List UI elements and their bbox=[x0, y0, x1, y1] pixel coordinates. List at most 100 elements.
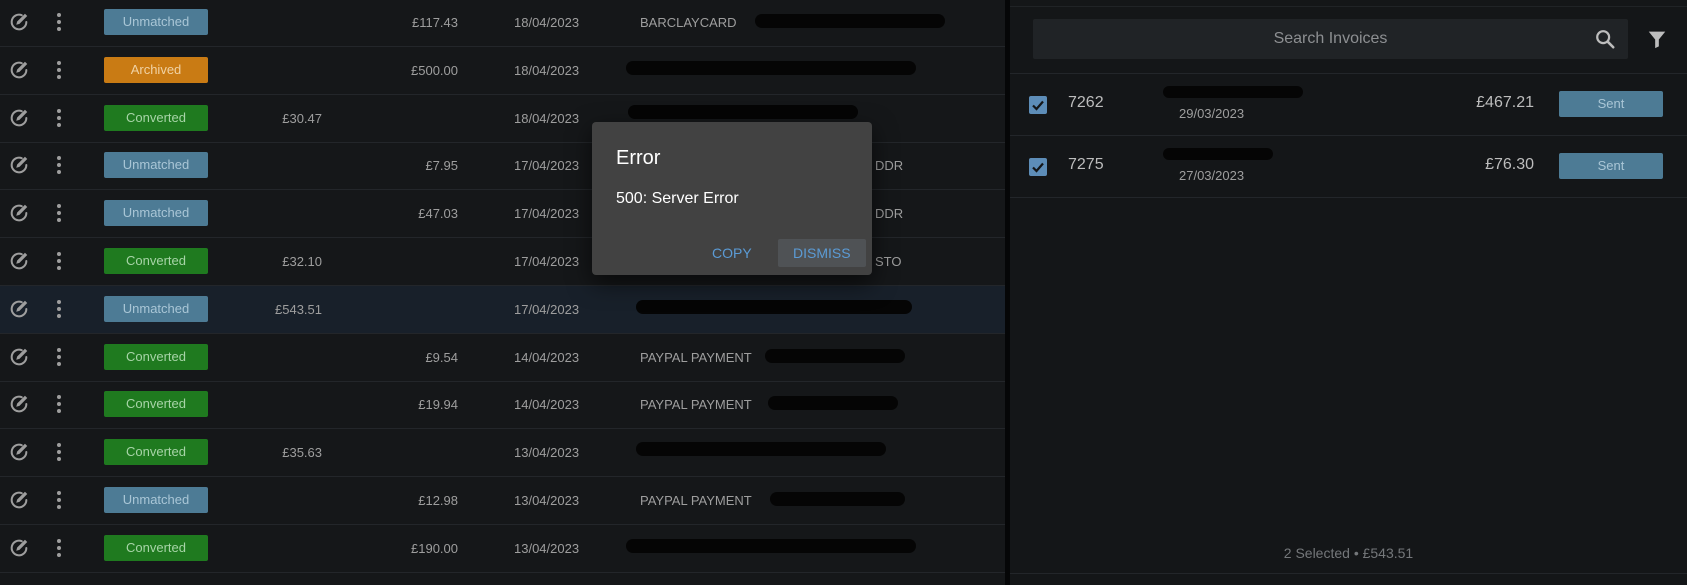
edit-match-icon[interactable] bbox=[8, 441, 30, 463]
more-vert-icon[interactable] bbox=[54, 489, 64, 511]
transaction-date: 13/04/2023 bbox=[514, 493, 580, 508]
more-vert-icon[interactable] bbox=[54, 441, 64, 463]
table-row[interactable]: Converted £190.00 13/04/2023 bbox=[0, 525, 1005, 573]
edit-match-icon[interactable] bbox=[8, 107, 30, 129]
status-badge[interactable]: Converted bbox=[104, 104, 208, 131]
credit-amount: £35.63 bbox=[282, 445, 322, 461]
status-badge[interactable]: Converted bbox=[104, 343, 208, 370]
edit-match-icon[interactable] bbox=[8, 250, 30, 272]
transaction-date: 18/04/2023 bbox=[514, 15, 580, 30]
dialog-message: 500: Server Error bbox=[616, 190, 739, 207]
edit-match-icon[interactable] bbox=[8, 298, 30, 320]
edit-match-icon[interactable] bbox=[8, 537, 30, 559]
dismiss-button[interactable]: DISMISS bbox=[778, 239, 866, 267]
invoice-amount: £467.21 bbox=[1476, 94, 1534, 111]
debit-amount: £47.03 bbox=[418, 206, 458, 222]
table-row[interactable]: Converted £19.94 14/04/2023 PAYPAL PAYME… bbox=[0, 381, 1005, 430]
transaction-reference: STO bbox=[875, 254, 902, 269]
invoice-row[interactable]: 7275 27/03/2023 £76.30 Sent bbox=[1010, 136, 1687, 198]
status-badge[interactable]: Unmatched bbox=[104, 152, 208, 179]
invoice-number: 7262 bbox=[1068, 94, 1104, 111]
status-badge[interactable]: Converted bbox=[104, 534, 208, 561]
app-window: Unmatched £117.43 18/04/2023 BARCLAYCARD… bbox=[0, 0, 1687, 585]
redacted-text bbox=[628, 104, 858, 119]
transaction-date: 14/04/2023 bbox=[514, 397, 580, 413]
redacted-text bbox=[626, 538, 916, 553]
invoice-checkbox[interactable] bbox=[1029, 96, 1047, 114]
more-vert-icon[interactable] bbox=[54, 202, 64, 224]
invoice-date: 27/03/2023 bbox=[1179, 168, 1245, 183]
transaction-description: BARCLAYCARD bbox=[640, 15, 737, 30]
dialog-title: Error bbox=[616, 147, 661, 169]
status-badge[interactable]: Unmatched bbox=[104, 487, 208, 513]
redacted-text bbox=[1163, 148, 1273, 160]
transaction-description: PAYPAL PAYMENT bbox=[640, 493, 752, 508]
debit-amount: £7.95 bbox=[425, 158, 458, 174]
redacted-text bbox=[1163, 86, 1303, 98]
redacted-text bbox=[626, 60, 916, 75]
more-vert-icon[interactable] bbox=[54, 59, 64, 81]
invoice-status-badge[interactable]: Sent bbox=[1559, 153, 1663, 179]
more-vert-icon[interactable] bbox=[54, 250, 64, 272]
transaction-date: 14/04/2023 bbox=[514, 349, 580, 365]
transaction-date: 17/04/2023 bbox=[514, 254, 580, 269]
debit-amount: £117.43 bbox=[411, 15, 458, 30]
redacted-text bbox=[636, 442, 886, 457]
table-row[interactable]: Unmatched £12.98 13/04/2023 PAYPAL PAYME… bbox=[0, 477, 1005, 525]
status-badge[interactable]: Converted bbox=[104, 391, 208, 418]
edit-match-icon[interactable] bbox=[8, 11, 30, 33]
redacted-text bbox=[768, 396, 898, 411]
status-badge[interactable]: Unmatched bbox=[104, 295, 208, 322]
divider bbox=[1010, 573, 1687, 574]
more-vert-icon[interactable] bbox=[54, 393, 64, 415]
more-vert-icon[interactable] bbox=[54, 154, 64, 176]
transaction-date: 13/04/2023 bbox=[514, 540, 580, 556]
more-vert-icon[interactable] bbox=[54, 107, 64, 129]
table-row[interactable]: Converted £35.63 13/04/2023 bbox=[0, 429, 1005, 478]
more-vert-icon[interactable] bbox=[54, 537, 64, 559]
search-input[interactable] bbox=[1033, 19, 1628, 59]
more-vert-icon[interactable] bbox=[54, 298, 64, 320]
more-vert-icon[interactable] bbox=[54, 346, 64, 368]
filter-icon[interactable] bbox=[1646, 28, 1668, 50]
transaction-date: 13/04/2023 bbox=[514, 445, 580, 461]
debit-amount: £500.00 bbox=[411, 62, 458, 78]
debit-amount: £12.98 bbox=[418, 493, 458, 508]
check-icon bbox=[1032, 100, 1044, 111]
debit-amount: £9.54 bbox=[425, 349, 458, 365]
edit-match-icon[interactable] bbox=[8, 393, 30, 415]
transaction-description: PAYPAL PAYMENT bbox=[640, 397, 752, 413]
edit-match-icon[interactable] bbox=[8, 154, 30, 176]
credit-amount: £30.47 bbox=[282, 110, 322, 126]
transaction-reference: DDR bbox=[875, 206, 904, 222]
selection-summary: 2 Selected • £543.51 bbox=[1283, 545, 1414, 561]
error-dialog: Error 500: Server Error COPY DISMISS bbox=[592, 122, 872, 275]
invoice-number: 7275 bbox=[1068, 156, 1104, 173]
edit-match-icon[interactable] bbox=[8, 59, 30, 81]
status-badge[interactable]: Unmatched bbox=[104, 200, 208, 227]
edit-match-icon[interactable] bbox=[8, 489, 30, 511]
debit-amount: £19.94 bbox=[418, 397, 458, 413]
invoice-checkbox[interactable] bbox=[1029, 158, 1047, 176]
table-row[interactable]: Unmatched £543.51 17/04/2023 bbox=[0, 285, 1005, 334]
redacted-text bbox=[765, 348, 905, 363]
status-badge[interactable]: Unmatched bbox=[104, 9, 208, 35]
invoice-row[interactable]: 7262 29/03/2023 £467.21 Sent bbox=[1010, 74, 1687, 136]
table-row[interactable]: Converted £9.54 14/04/2023 PAYPAL PAYMEN… bbox=[0, 334, 1005, 382]
transaction-reference: DDR bbox=[875, 158, 904, 174]
table-row[interactable]: Archived £500.00 18/04/2023 bbox=[0, 47, 1005, 95]
search-icon[interactable] bbox=[1594, 28, 1616, 50]
copy-button[interactable]: COPY bbox=[704, 239, 760, 267]
more-vert-icon[interactable] bbox=[54, 11, 64, 33]
status-badge[interactable]: Converted bbox=[104, 248, 208, 274]
edit-match-icon[interactable] bbox=[8, 346, 30, 368]
table-row[interactable]: Unmatched £117.43 18/04/2023 BARCLAYCARD bbox=[0, 0, 1005, 47]
transaction-description: PAYPAL PAYMENT bbox=[640, 349, 752, 365]
invoice-status-badge[interactable]: Sent bbox=[1559, 91, 1663, 117]
status-badge[interactable]: Archived bbox=[104, 56, 208, 83]
edit-match-icon[interactable] bbox=[8, 202, 30, 224]
redacted-text bbox=[770, 492, 905, 506]
transaction-date: 18/04/2023 bbox=[514, 62, 580, 78]
status-badge[interactable]: Converted bbox=[104, 439, 208, 466]
search-box[interactable] bbox=[1033, 19, 1628, 59]
